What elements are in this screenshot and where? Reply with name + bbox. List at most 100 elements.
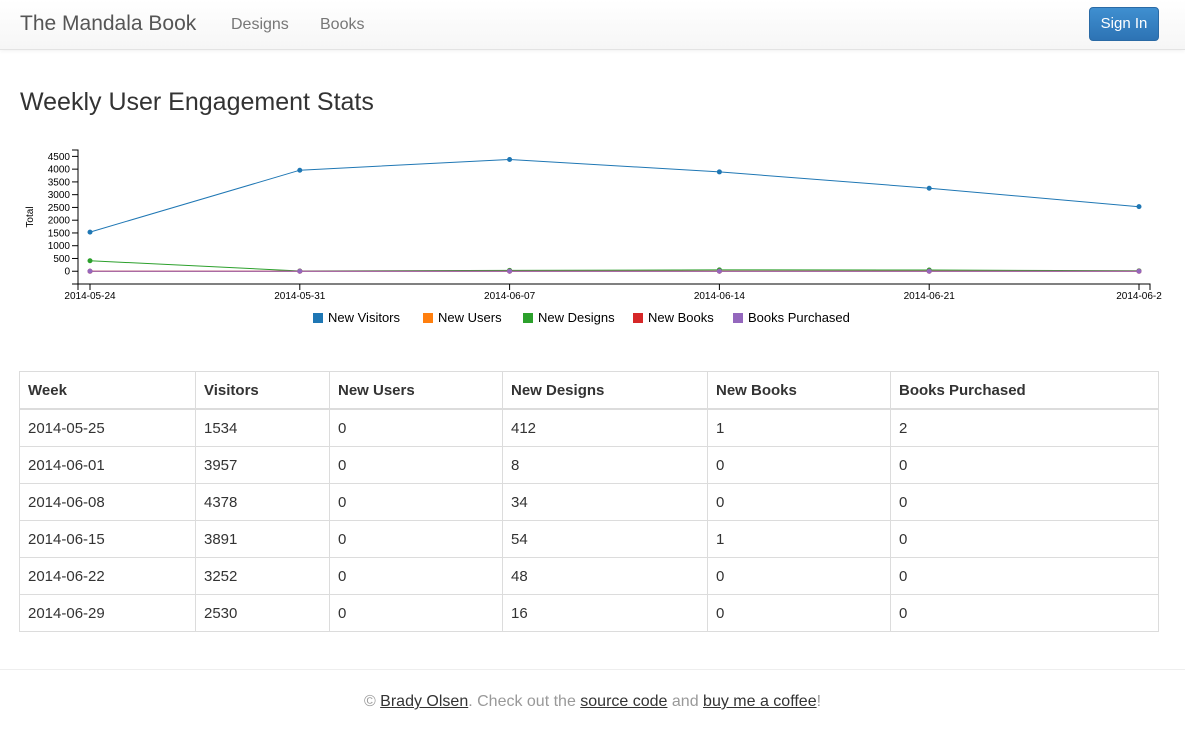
table-row: 2014-06-29 2530 0 16 0 0 — [19, 594, 1159, 632]
table-cell: 3252 — [195, 557, 330, 595]
data-point — [1136, 268, 1142, 274]
x-tick-label: 2014-06-2 — [1116, 291, 1162, 302]
y-tick-label: 1500 — [48, 228, 71, 239]
table-cell: 0 — [707, 483, 891, 521]
engagement-line-chart: 050010001500200025003000350040004500Tota… — [25, 149, 1162, 325]
data-point — [1136, 204, 1142, 210]
column-header: Week — [19, 371, 196, 410]
source-code-link[interactable]: source code — [580, 693, 667, 710]
data-point — [87, 258, 93, 264]
table-cell: 2 — [890, 408, 1159, 447]
table-cell: 8 — [502, 446, 708, 484]
table-body: 2014-05-25 1534 0 412 1 2 2014-06-01 3957 0 8 0 0 20… — [19, 408, 1159, 632]
table-cell: 3957 — [195, 446, 330, 484]
legend-item: Books Purchased — [733, 310, 850, 325]
column-header: New Users — [329, 371, 503, 410]
y-tick-label: 2500 — [48, 203, 71, 214]
author-link[interactable]: Brady Olsen — [380, 693, 468, 710]
y-axis-label: Total — [25, 206, 36, 227]
buy-coffee-link[interactable]: buy me a coffee — [703, 693, 817, 710]
table-header-row: Week Visitors New Users New Designs New … — [19, 371, 1159, 410]
table-cell: 0 — [890, 594, 1159, 632]
table-cell: 54 — [502, 520, 708, 558]
table-cell: 0 — [890, 483, 1159, 521]
data-point — [507, 268, 513, 274]
table-cell: 0 — [329, 408, 503, 447]
x-tick-label: 2014-06-21 — [904, 291, 956, 302]
footer-line: © Brady Olsen. Check out the source code… — [0, 693, 1185, 711]
data-point — [926, 185, 932, 191]
column-header: New Designs — [502, 371, 708, 410]
table-cell: 0 — [329, 557, 503, 595]
table-cell: 0 — [329, 446, 503, 484]
brand-link[interactable]: The Mandala Book — [20, 12, 196, 36]
y-tick-label: 1000 — [48, 241, 71, 252]
y-tick-label: 3000 — [48, 190, 71, 201]
table-cell: 1 — [707, 520, 891, 558]
data-point — [87, 229, 93, 235]
table-cell: 0 — [890, 520, 1159, 558]
page-title: Weekly User Engagement Stats — [20, 88, 374, 116]
table-cell: 2014-06-08 — [19, 483, 196, 521]
x-axis-line — [77, 283, 1151, 290]
table-cell: 0 — [329, 483, 503, 521]
nav-books-link[interactable]: Books — [320, 16, 364, 34]
footer: © Brady Olsen. Check out the source code… — [0, 669, 1185, 731]
y-tick-label: 0 — [64, 267, 70, 278]
data-point — [297, 268, 303, 274]
table-cell: 1534 — [195, 408, 330, 447]
table-row: 2014-06-08 4378 0 34 0 0 — [19, 483, 1159, 521]
data-point — [297, 167, 303, 173]
table-cell: 48 — [502, 557, 708, 595]
sign-in-button[interactable]: Sign In — [1089, 7, 1159, 41]
data-point — [716, 268, 722, 274]
table-cell: 0 — [890, 557, 1159, 595]
table-cell: 2530 — [195, 594, 330, 632]
legend-label: New Designs — [538, 310, 615, 325]
x-tick-label: 2014-05-31 — [274, 291, 326, 302]
table-cell: 3891 — [195, 520, 330, 558]
legend-label: Books Purchased — [748, 310, 850, 325]
series-line — [89, 158, 1140, 233]
column-header: Visitors — [195, 371, 330, 410]
table-cell: 1 — [707, 408, 891, 447]
table-cell: 412 — [502, 408, 708, 447]
x-tick-label: 2014-05-24 — [64, 291, 116, 302]
nav-designs-link[interactable]: Designs — [231, 16, 289, 34]
legend-item: New Users — [423, 310, 502, 325]
table-cell: 2014-06-15 — [19, 520, 196, 558]
column-header: New Books — [707, 371, 891, 410]
y-tick-label: 3500 — [48, 177, 71, 188]
table-cell: 0 — [707, 594, 891, 632]
legend-swatch — [733, 313, 743, 323]
table-cell: 0 — [890, 446, 1159, 484]
legend-item: New Books — [633, 310, 714, 325]
table-row: 2014-06-22 3252 0 48 0 0 — [19, 557, 1159, 595]
y-tick-label: 2000 — [48, 216, 71, 227]
y-tick-label: 4000 — [48, 165, 71, 176]
data-point — [716, 169, 722, 175]
table-cell: 0 — [707, 557, 891, 595]
table-cell: 0 — [329, 520, 503, 558]
navbar: The Mandala Book Designs Books Sign In — [0, 0, 1185, 50]
data-point — [87, 268, 93, 274]
x-tick-label: 2014-06-07 — [484, 291, 536, 302]
series-line — [89, 260, 1140, 272]
y-tick-label: 500 — [53, 254, 70, 265]
legend-label: New Users — [438, 310, 502, 325]
table-cell: 34 — [502, 483, 708, 521]
table-cell: 0 — [707, 446, 891, 484]
legend-label: New Visitors — [328, 310, 401, 325]
table-cell: 2014-06-01 — [19, 446, 196, 484]
x-tick-label: 2014-06-14 — [694, 291, 746, 302]
footer-text: ! — [816, 693, 822, 710]
table-cell: 2014-06-29 — [19, 594, 196, 632]
footer-text: and — [667, 693, 704, 710]
y-tick-label: 4500 — [48, 152, 71, 163]
table-cell: 2014-06-22 — [19, 557, 196, 595]
legend-item: New Visitors — [313, 310, 401, 325]
legend-item: New Designs — [523, 310, 615, 325]
legend-label: New Books — [648, 310, 714, 325]
legend-swatch — [423, 313, 433, 323]
table-cell: 2014-05-25 — [19, 408, 196, 447]
